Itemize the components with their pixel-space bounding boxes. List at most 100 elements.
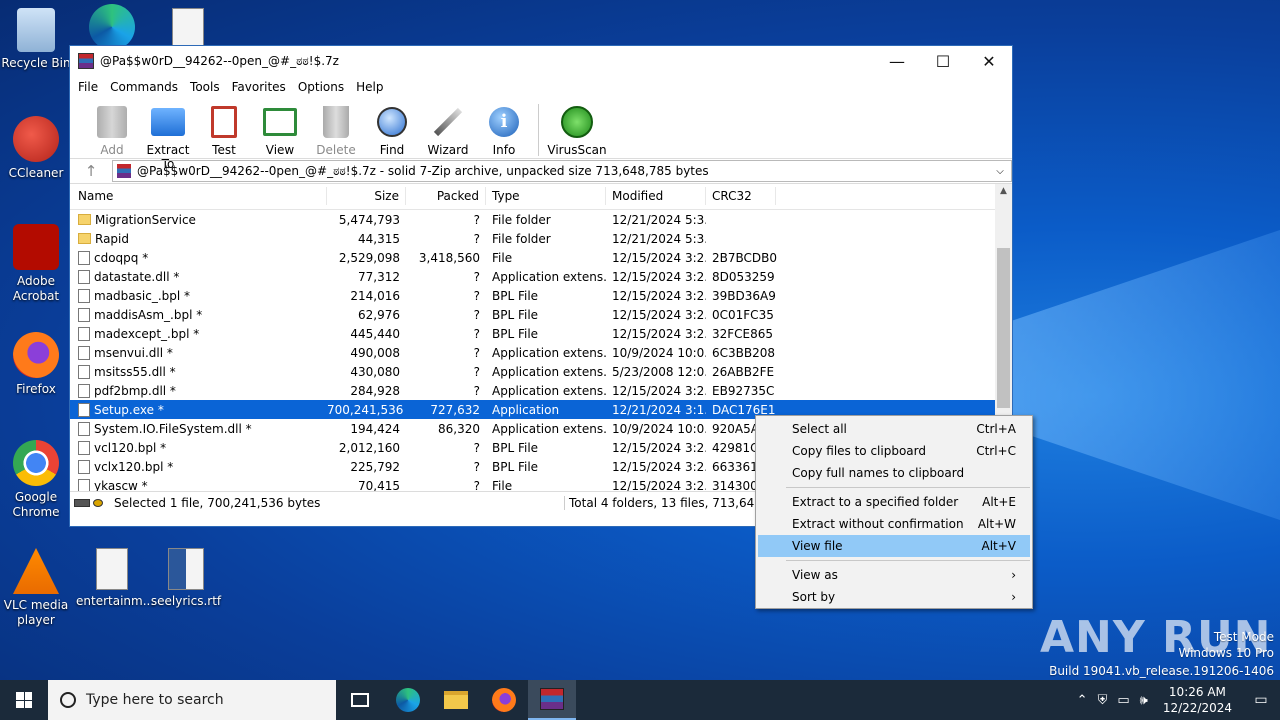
column-size[interactable]: Size (327, 187, 406, 205)
build-label: Build 19041.vb_release.191206-1406 (1049, 664, 1274, 678)
column-type[interactable]: Type (486, 187, 606, 205)
context-menu-item[interactable]: Extract without confirmation Alt+W (758, 513, 1030, 535)
chevron-down-icon[interactable]: ⌵ (989, 166, 1011, 177)
add-button[interactable]: Add (84, 104, 140, 157)
file-packed-cell: ? (473, 440, 480, 455)
context-menu-item[interactable]: Copy full names to clipboard (758, 462, 1030, 484)
file-row[interactable]: msenvui.dll * 490,008? Application extens.… (70, 343, 1012, 362)
window-title: @Pa$$w0rD__94262--0pen_@#_ಠಠ!$.7z (100, 53, 339, 68)
file-name-cell: cdoqpq * (70, 250, 327, 265)
file-row[interactable]: MigrationService 5,474,793? File folder 12/… (70, 210, 1012, 229)
file-packed-cell: ? (473, 212, 480, 227)
file-size-cell: 225,792 (350, 459, 400, 474)
vlc-icon (13, 548, 59, 594)
file-explorer-icon[interactable] (432, 680, 480, 720)
context-menu-item[interactable]: Copy files to clipboard Ctrl+C (758, 440, 1030, 462)
file-packed-cell: ? (473, 288, 480, 303)
scrollbar-thumb[interactable] (997, 248, 1010, 408)
desktop-icon-chrome[interactable]: Google Chrome (0, 440, 72, 520)
menu-tools[interactable]: Tools (184, 80, 226, 94)
desktop-icon-seelyrics[interactable]: seelyrics.rtf (150, 548, 222, 609)
file-name-text: cdoqpq * (94, 250, 149, 265)
edge-icon[interactable] (384, 680, 432, 720)
firefox-icon[interactable] (480, 680, 528, 720)
file-row[interactable]: maddisAsm_.bpl * 62,976? BPL File 12/15/202… (70, 305, 1012, 324)
menu-help[interactable]: Help (350, 80, 389, 94)
title-bar[interactable]: @Pa$$w0rD__94262--0pen_@#_ಠಠ!$.7z — ☐ ✕ (70, 46, 1012, 76)
file-crc-cell: 6C3BB208 (712, 345, 776, 360)
file-icon (78, 364, 90, 379)
file-row[interactable]: Rapid 44,315? File folder 12/21/2024 5:3... (70, 229, 1012, 248)
context-menu-item[interactable]: View file Alt+V (758, 535, 1030, 557)
chevron-up-icon[interactable]: ⌃ (1072, 693, 1093, 708)
context-menu-item[interactable]: Sort by › (758, 586, 1030, 608)
menu-item-label: Copy full names to clipboard (792, 466, 965, 480)
column-packed[interactable]: Packed (406, 187, 486, 205)
menu-commands[interactable]: Commands (104, 80, 184, 94)
file-size-cell: 5,474,793 (338, 212, 400, 227)
file-modified-cell: 12/15/2024 3:2... (612, 383, 706, 398)
file-crc-cell: 8D053259 (712, 269, 775, 284)
file-crc-cell: 0C01FC35 (712, 307, 774, 322)
delete-button[interactable]: Delete (308, 104, 364, 157)
find-button[interactable]: Find (364, 104, 420, 157)
up-arrow-icon[interactable]: ↑ (70, 162, 112, 180)
minimize-button[interactable]: — (874, 46, 920, 76)
start-button[interactable] (0, 680, 48, 720)
task-view-icon[interactable] (336, 680, 384, 720)
desktop-icon-ccleaner[interactable]: CCleaner (0, 116, 72, 181)
test-button[interactable]: Test (196, 104, 252, 157)
context-menu-item[interactable]: Select all Ctrl+A (758, 418, 1030, 440)
file-modified-cell: 12/15/2024 3:2... (612, 326, 706, 341)
view-button[interactable]: View (252, 104, 308, 157)
column-name[interactable]: Name (70, 187, 327, 205)
info-icon: i (486, 104, 522, 140)
file-row[interactable]: cdoqpq * 2,529,098 3,418,560 File 12/15/2024… (70, 248, 1012, 267)
context-menu: Select all Ctrl+A Copy files to clipboard C… (755, 415, 1033, 609)
menu-file[interactable]: File (72, 80, 104, 94)
winrar-icon[interactable] (528, 680, 576, 720)
desktop-icon-recycle-bin[interactable]: Recycle Bin (0, 8, 72, 71)
menu-options[interactable]: Options (292, 80, 350, 94)
virusscan-button[interactable]: VirusScan (545, 104, 609, 157)
file-name-cell: pdf2bmp.dll * (70, 383, 327, 398)
file-row[interactable]: madexcept_.bpl * 445,440? BPL File 12/15/20… (70, 324, 1012, 343)
desktop-icon-vlc[interactable]: VLC media player (0, 548, 72, 628)
security-icon[interactable]: ⛨ (1093, 693, 1113, 708)
network-icon[interactable]: ▭ (1112, 693, 1134, 708)
file-name-text: Rapid (95, 231, 129, 246)
notification-icon[interactable]: ▭ (1242, 680, 1280, 720)
desktop-icon-entertainment[interactable]: entertainm... (76, 548, 154, 609)
desktop-icon-firefox[interactable]: Firefox (0, 332, 72, 397)
file-row[interactable]: pdf2bmp.dll * 284,928? Application extens.… (70, 381, 1012, 400)
file-row[interactable]: msitss55.dll * 430,080? Application extens… (70, 362, 1012, 381)
scroll-up-icon[interactable]: ▲ (995, 186, 1012, 196)
system-tray: ⌃ ⛨ ▭ 🕪 10:26 AM 12/22/2024 ▭ (1072, 680, 1280, 720)
image-file-icon (96, 548, 128, 590)
magnifier-icon (374, 104, 410, 140)
file-modified-cell: 12/15/2024 3:2... (612, 288, 706, 303)
menu-favorites[interactable]: Favorites (226, 80, 292, 94)
taskbar-search[interactable]: Type here to search (48, 680, 336, 720)
file-row[interactable]: madbasic_.bpl * 214,016? BPL File 12/15/202… (70, 286, 1012, 305)
file-type-cell: Application extens... (492, 421, 606, 436)
archive-path-field[interactable]: @Pa$$w0rD__94262--0pen_@#_ಠಠ!$.7z - soli… (112, 160, 1012, 182)
file-type-cell: File (492, 478, 513, 492)
menu-item-shortcut: › (1011, 590, 1016, 604)
file-row[interactable]: datastate.dll * 77,312? Application extens… (70, 267, 1012, 286)
file-modified-cell: 5/23/2008 12:0... (612, 364, 706, 379)
info-button[interactable]: i Info (476, 104, 532, 157)
column-modified[interactable]: Modified (606, 187, 706, 205)
volume-icon[interactable]: 🕪 (1135, 693, 1153, 708)
maximize-button[interactable]: ☐ (920, 46, 966, 76)
wizard-button[interactable]: Wizard (420, 104, 476, 157)
close-button[interactable]: ✕ (966, 46, 1012, 76)
desktop-icon-adobe-acrobat[interactable]: Adobe Acrobat (0, 224, 72, 304)
context-menu-item[interactable]: Extract to a specified folder Alt+E (758, 491, 1030, 513)
file-name-text: madbasic_.bpl * (94, 288, 191, 303)
file-crc-cell: 32FCE865 (712, 326, 774, 341)
context-menu-item[interactable]: View as › (758, 564, 1030, 586)
test-mode-label: Test Mode (1213, 630, 1274, 644)
column-crc32[interactable]: CRC32 (706, 187, 776, 205)
clock[interactable]: 10:26 AM 12/22/2024 (1153, 684, 1242, 716)
